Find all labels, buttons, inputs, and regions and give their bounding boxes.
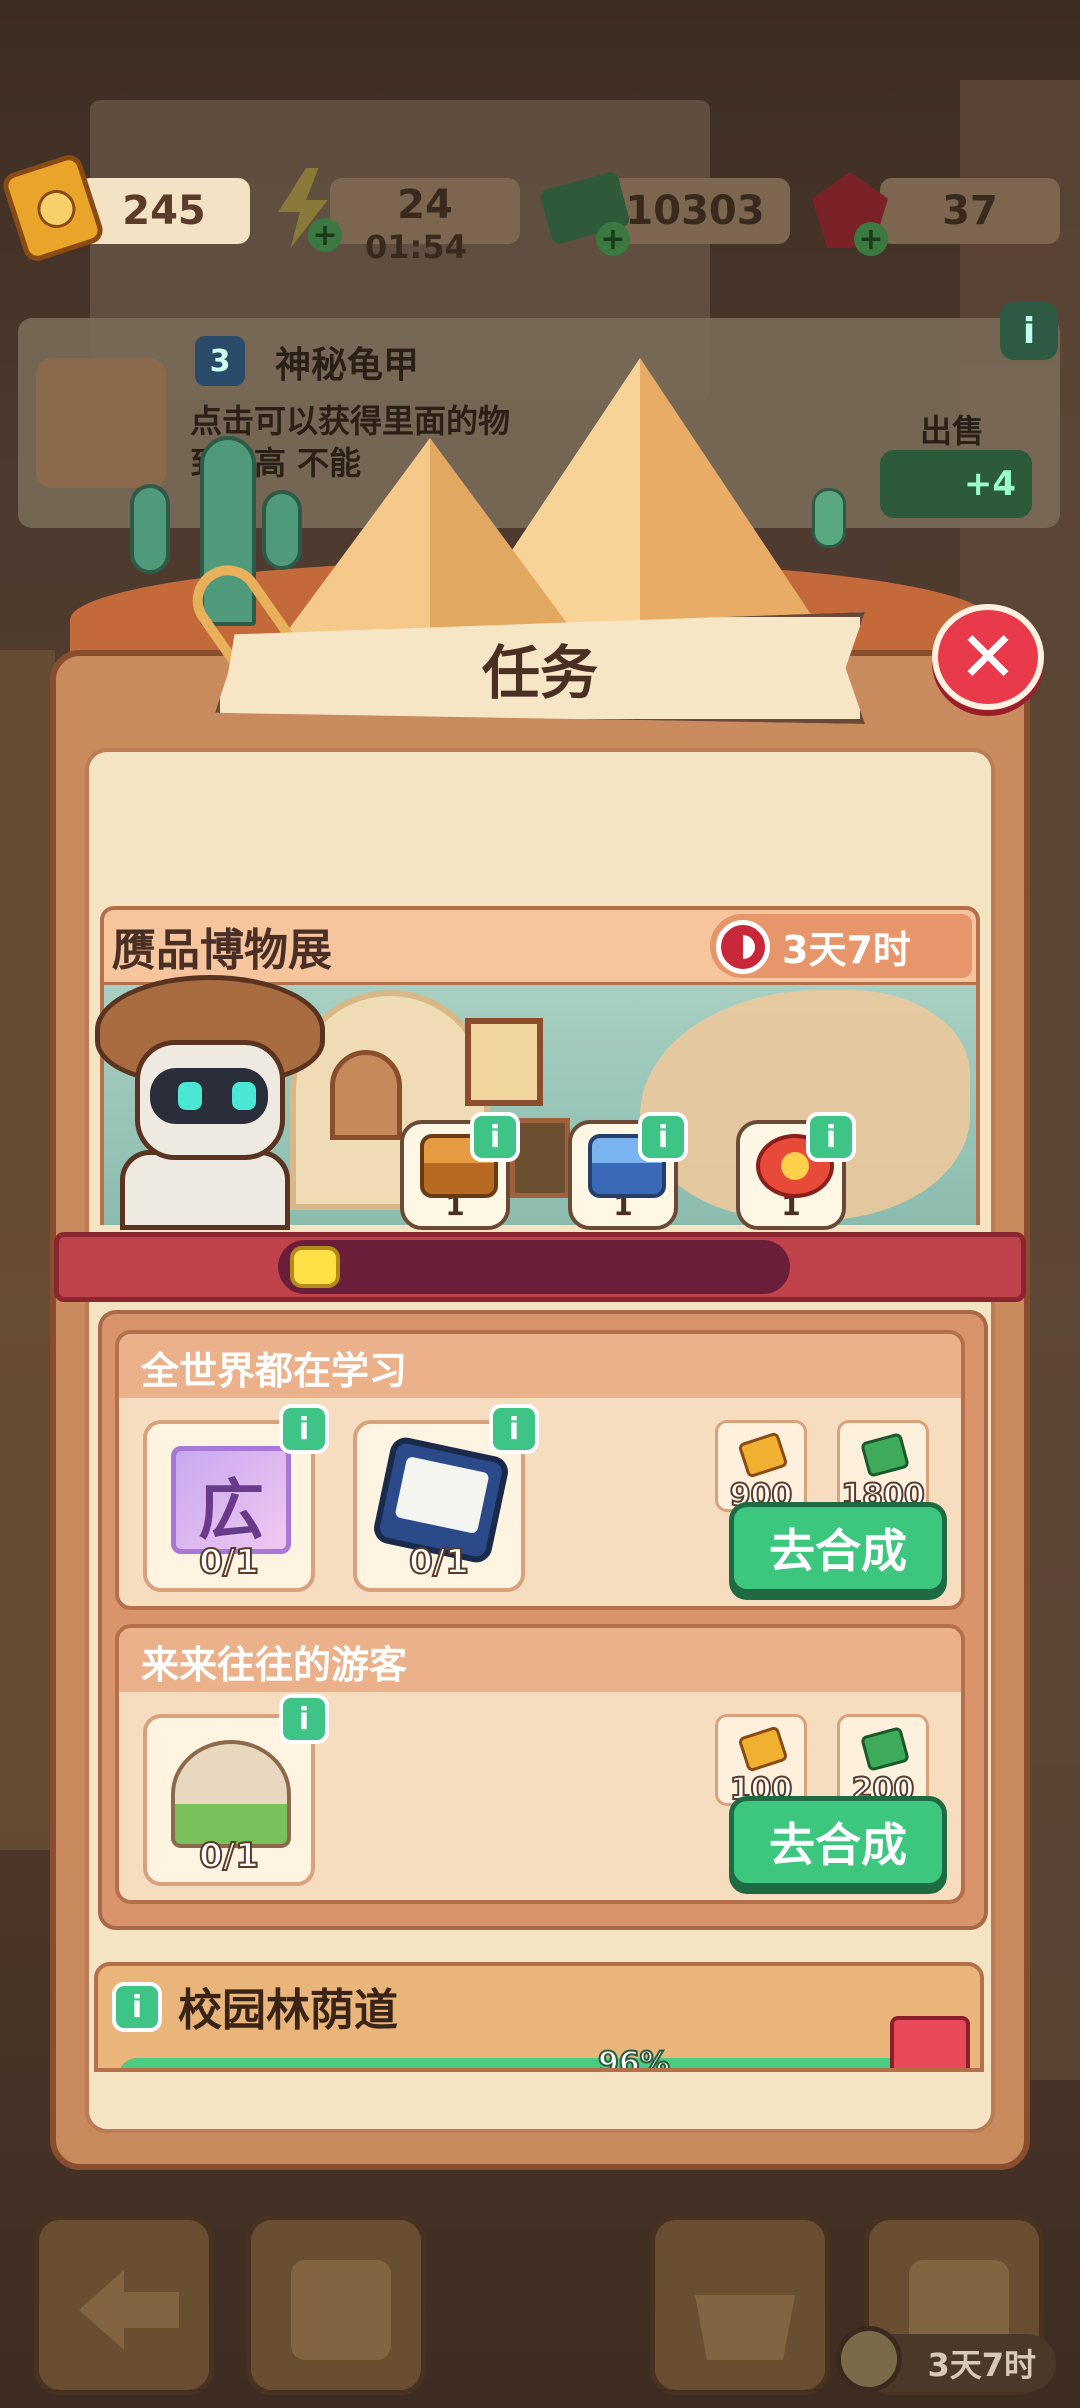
- add-gem-button[interactable]: +: [854, 222, 888, 257]
- ticket-counter: 245: [78, 178, 250, 244]
- campus-info-button[interactable]: i: [112, 1982, 162, 2032]
- prize-cash: 200: [837, 1714, 929, 1808]
- mummy-eye-left: [178, 1082, 202, 1110]
- requirement-count: 0/1: [198, 1835, 260, 1877]
- poster-icon: 広: [171, 1446, 291, 1554]
- event-title: 赝品博物展: [112, 925, 332, 976]
- task-title: 来来往往的游客: [141, 1643, 408, 1687]
- requirement-info-button[interactable]: i: [489, 1404, 539, 1454]
- reward-info-button[interactable]: i: [470, 1112, 520, 1162]
- ticket-icon: [737, 1725, 789, 1773]
- go-merge-button[interactable]: 去合成: [729, 1796, 947, 1888]
- podium-icon: [291, 2260, 391, 2360]
- turtle-shell-thumbnail: [36, 358, 166, 488]
- task-card: 来来往往的游客 0/1 i 100 200 去合成: [115, 1624, 965, 1904]
- add-energy-button[interactable]: +: [308, 218, 342, 253]
- task-card: 全世界都在学习 広 0/1 i 0/1 i 900 1800 去合成: [115, 1330, 965, 1610]
- ranking-button[interactable]: [246, 2215, 426, 2395]
- mummy-eye-right: [232, 1082, 256, 1110]
- requirement-info-button[interactable]: i: [279, 1404, 329, 1454]
- requirement-count: 0/1: [408, 1541, 470, 1583]
- close-button[interactable]: ✕: [932, 604, 1044, 710]
- energy-timer: 01:54: [365, 228, 467, 266]
- item-info-button[interactable]: i: [1000, 302, 1058, 360]
- event-progress-track: [278, 1240, 790, 1294]
- basket-icon: [695, 2295, 795, 2360]
- reward-info-button[interactable]: i: [806, 1112, 856, 1162]
- campus-title: 校园林荫道: [178, 1985, 398, 2036]
- gem-counter: 37: [880, 178, 1060, 244]
- task-title: 全世界都在学习: [141, 1349, 408, 1393]
- clock-icon: [716, 920, 770, 974]
- item-level-badge: 3: [195, 336, 245, 386]
- cactus-arm-right: [262, 490, 302, 570]
- reward-info-button[interactable]: i: [638, 1112, 688, 1162]
- cash-icon: [860, 1726, 910, 1772]
- item-title: 神秘龟甲: [275, 345, 420, 386]
- back-arrow-icon: [79, 2270, 179, 2350]
- add-cash-button[interactable]: +: [596, 222, 630, 257]
- cash-icon: [860, 1432, 910, 1478]
- small-cactus-icon: [812, 488, 846, 548]
- shop-button[interactable]: [650, 2215, 830, 2395]
- campus-progress-fill: [118, 2058, 924, 2068]
- task-header: 全世界都在学习: [119, 1334, 961, 1398]
- requirement-info-button[interactable]: i: [279, 1694, 329, 1744]
- campus-task-card[interactable]: i 校园林荫道 96%: [94, 1962, 984, 2072]
- back-button[interactable]: [34, 2215, 214, 2395]
- task-header: 来来往往的游客: [119, 1628, 961, 1692]
- background-shelf-left: [0, 650, 55, 1850]
- pearl-earring-painting: [465, 1018, 543, 1106]
- event-progress-fill: [290, 1246, 340, 1288]
- ticket-coin-icon: [836, 2326, 902, 2392]
- ticket-icon: [737, 1431, 789, 1479]
- go-merge-button[interactable]: 去合成: [729, 1502, 947, 1594]
- sell-label: 出售: [920, 412, 985, 450]
- sell-button[interactable]: +4: [880, 450, 1032, 518]
- dialog-title: 任务: [481, 639, 598, 707]
- prize-ticket: 900: [715, 1420, 807, 1514]
- requirement-count: 0/1: [198, 1541, 260, 1583]
- poster-glyph: 広: [198, 1472, 264, 1549]
- mummy-body: [120, 1150, 290, 1230]
- prize-cash: 1800: [837, 1420, 929, 1514]
- cactus-arm-left: [130, 484, 170, 574]
- taj-mahal-icon: [171, 1740, 291, 1848]
- prize-ticket: 100: [715, 1714, 807, 1808]
- gift-box-icon: [890, 2016, 970, 2068]
- portrait-painting: [330, 1050, 402, 1140]
- close-icon: ✕: [958, 616, 1018, 698]
- campus-progress-percent: 96%: [597, 2045, 671, 2072]
